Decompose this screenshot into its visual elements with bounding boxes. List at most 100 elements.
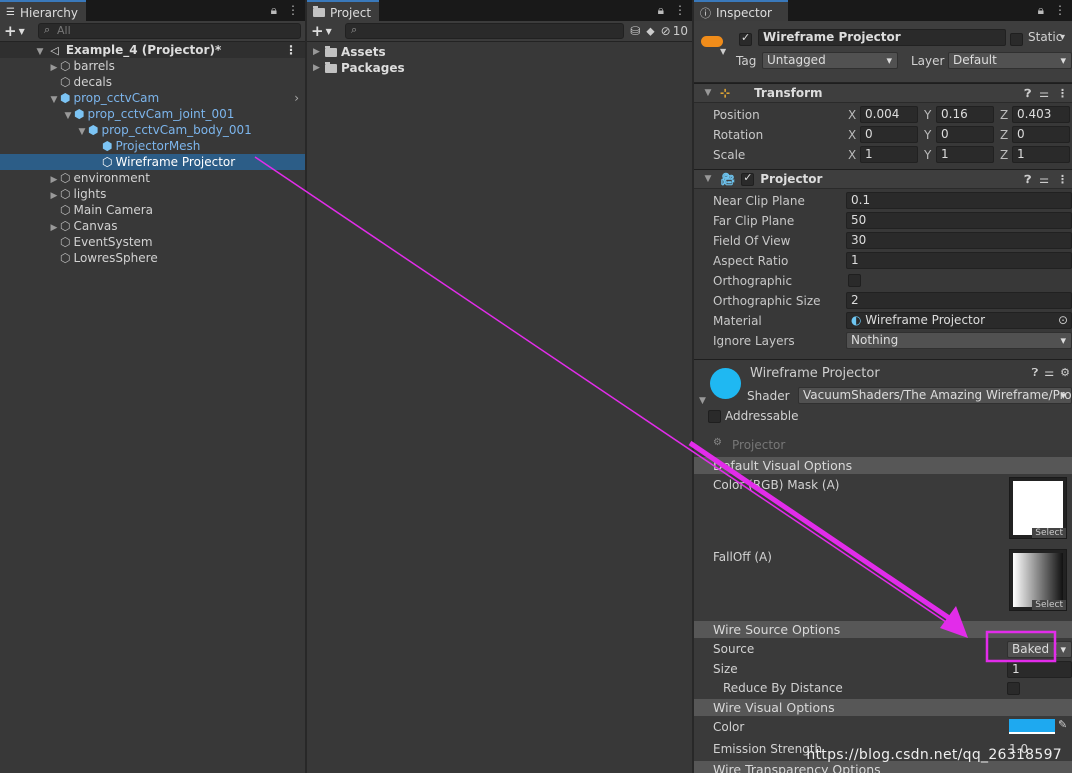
hierarchy-item[interactable]: ⬡ LowresSphere (0, 250, 305, 266)
filter-by-type-icon[interactable]: ⛁ (630, 24, 640, 38)
hierarchy-item[interactable]: ▶ ⬡ lights (0, 186, 305, 202)
hierarchy-item[interactable]: ⬢ ProjectorMesh (0, 138, 305, 154)
project-tree: ▶ Assets ▶ Packages (307, 42, 692, 76)
transform-scale-z-field[interactable]: 1 (1012, 146, 1070, 163)
hierarchy-item[interactable]: ▼ ⬢ prop_cctvCam › (0, 90, 305, 106)
projector-value-field[interactable]: 0.1 (846, 192, 1072, 209)
help-icon[interactable]: ❓︎ (1032, 366, 1039, 380)
foldout-arrow-icon[interactable]: ▼ (702, 88, 714, 98)
gameobject-icon[interactable] (701, 36, 723, 47)
axis-label[interactable]: X (848, 125, 856, 145)
falloff-texture-slot[interactable]: Select (1009, 549, 1067, 611)
select-texture-button[interactable]: Select (1032, 600, 1066, 610)
transform-rotation-z-field[interactable]: 0 (1012, 126, 1070, 143)
expand-arrow-icon[interactable]: ▶ (312, 44, 321, 60)
wire-color-swatch[interactable] (1009, 719, 1055, 734)
presets-icon[interactable]: ⚌ (1044, 366, 1054, 380)
projector-component-header[interactable]: ▼ 🎥︎ Projector ❓︎ ⚌ ⋮ (694, 169, 1072, 189)
hierarchy-item[interactable]: ⬡ EventSystem (0, 234, 305, 250)
hierarchy-item[interactable]: ▶ ⬡ environment (0, 170, 305, 186)
hierarchy-item[interactable]: ⬡ Wireframe Projector (0, 154, 305, 170)
scene-header[interactable]: ▼ ◁ Example_4 (Projector)* ⋮ (0, 42, 305, 58)
help-icon[interactable]: ❓︎ (1025, 87, 1032, 101)
project-item-assets[interactable]: ▶ Assets (307, 44, 692, 60)
hierarchy-item[interactable]: ▼ ⬢ prop_cctvCam_joint_001 (0, 106, 305, 122)
tab-inspector[interactable]: ⓘ Inspector (694, 0, 788, 21)
material-object-field[interactable]: ◐ Wireframe Projector ⊙ (846, 312, 1072, 329)
axis-label[interactable]: X (848, 145, 856, 165)
axis-label[interactable]: X (848, 105, 856, 125)
kebab-menu-icon[interactable]: ⋮ (674, 3, 686, 18)
source-dropdown[interactable]: Baked ( (1007, 641, 1072, 658)
chevron-down-icon[interactable]: ▾ (1060, 32, 1065, 43)
projector-value-field[interactable]: 1 (846, 252, 1072, 269)
color-mask-texture-slot[interactable]: Select (1009, 477, 1067, 539)
filter-by-label-icon[interactable]: ⬥ (646, 24, 654, 39)
axis-label[interactable]: Y (924, 105, 931, 125)
hierarchy-item[interactable]: ⬡ decals (0, 74, 305, 90)
object-name-field[interactable]: Wireframe Projector (758, 29, 1006, 46)
transform-position-z-field[interactable]: 0.403 (1012, 106, 1070, 123)
presets-icon[interactable]: ⚌ (1039, 87, 1049, 101)
tab-project[interactable]: Project (307, 0, 380, 21)
foldout-arrow-icon[interactable]: ▼ (699, 396, 706, 406)
axis-label[interactable]: Y (924, 125, 931, 145)
reduce-by-distance-checkbox[interactable] (1007, 682, 1020, 695)
project-item-packages[interactable]: ▶ Packages (307, 60, 692, 76)
select-texture-button[interactable]: Select (1032, 528, 1066, 538)
foldout-arrow-icon[interactable]: ▼ (702, 174, 714, 184)
chevron-right-icon[interactable]: › (294, 90, 299, 106)
ignore-layers-dropdown[interactable]: Nothing (846, 332, 1072, 349)
hierarchy-item[interactable]: ▶ ⬡ Canvas (0, 218, 305, 234)
transform-scale-x-field[interactable]: 1 (860, 146, 918, 163)
orthographic-checkbox[interactable] (848, 274, 861, 287)
create-dropdown-button[interactable]: + ▼ (311, 22, 339, 40)
addressable-checkbox[interactable] (708, 410, 721, 423)
presets-icon[interactable]: ⚌ (1039, 173, 1049, 187)
tab-hierarchy[interactable]: ☰ Hierarchy (0, 0, 86, 21)
transform-position-x-field[interactable]: 0.004 (860, 106, 918, 123)
lock-icon[interactable]: 🔒︎ (1038, 3, 1044, 18)
lock-icon[interactable]: 🔒︎ (271, 3, 277, 18)
object-picker-icon[interactable]: ⊙ (1058, 313, 1068, 328)
active-checkbox[interactable] (739, 31, 752, 46)
kebab-menu-icon[interactable]: ⋮ (285, 42, 297, 58)
create-dropdown-button[interactable]: + ▼ (4, 22, 32, 40)
transform-scale-y-field[interactable]: 1 (936, 146, 994, 163)
kebab-menu-icon[interactable]: ⋮ (1057, 87, 1068, 101)
static-checkbox[interactable] (1010, 33, 1023, 46)
transform-component-header[interactable]: ▼ ⊹ Transform ❓︎ ⚌ ⋮ (694, 83, 1072, 103)
project-search-input[interactable] (345, 23, 625, 39)
hidden-packages-toggle[interactable]: ⊘ 10 (661, 24, 688, 38)
shader-dropdown[interactable]: VacuumShaders/The Amazing Wireframe/Proj (798, 387, 1072, 404)
chevron-down-icon[interactable]: ▼ (720, 47, 726, 56)
projector-enabled-checkbox[interactable] (741, 171, 755, 186)
projector-value-field[interactable]: 50 (846, 212, 1072, 229)
axis-label[interactable]: Z (1000, 125, 1008, 145)
gear-icon[interactable]: ⚙ (1060, 366, 1070, 380)
hierarchy-item[interactable]: ▶ ⬡ barrels (0, 58, 305, 74)
project-tab-tools: 🔒︎ ⋮ (658, 3, 686, 18)
axis-label[interactable]: Y (924, 145, 931, 165)
lock-icon[interactable]: 🔒︎ (658, 3, 664, 18)
axis-label[interactable]: Z (1000, 145, 1008, 165)
tag-dropdown[interactable]: Untagged (762, 52, 898, 69)
axis-label[interactable]: Z (1000, 105, 1008, 125)
projector-value-field[interactable]: 30 (846, 232, 1072, 249)
layer-dropdown[interactable]: Default (948, 52, 1072, 69)
inspector-tab-tools: 🔒︎ ⋮ (1038, 3, 1066, 18)
eyedropper-icon[interactable]: ✎ (1058, 718, 1067, 731)
transform-rotation-y-field[interactable]: 0 (936, 126, 994, 143)
size-field[interactable]: 1 (1007, 661, 1072, 678)
kebab-menu-icon[interactable]: ⋮ (287, 3, 299, 18)
hierarchy-item[interactable]: ⬡ Main Camera (0, 202, 305, 218)
hierarchy-item[interactable]: ▼ ⬢ prop_cctvCam_body_001 (0, 122, 305, 138)
help-icon[interactable]: ❓︎ (1025, 173, 1032, 187)
expand-arrow-icon[interactable]: ▶ (312, 60, 321, 76)
kebab-menu-icon[interactable]: ⋮ (1054, 3, 1066, 18)
projector-value-field[interactable]: 2 (846, 292, 1072, 309)
transform-position-y-field[interactable]: 0.16 (936, 106, 994, 123)
kebab-menu-icon[interactable]: ⋮ (1057, 173, 1068, 187)
transform-rotation-x-field[interactable]: 0 (860, 126, 918, 143)
hierarchy-search-input[interactable]: All (38, 23, 301, 39)
